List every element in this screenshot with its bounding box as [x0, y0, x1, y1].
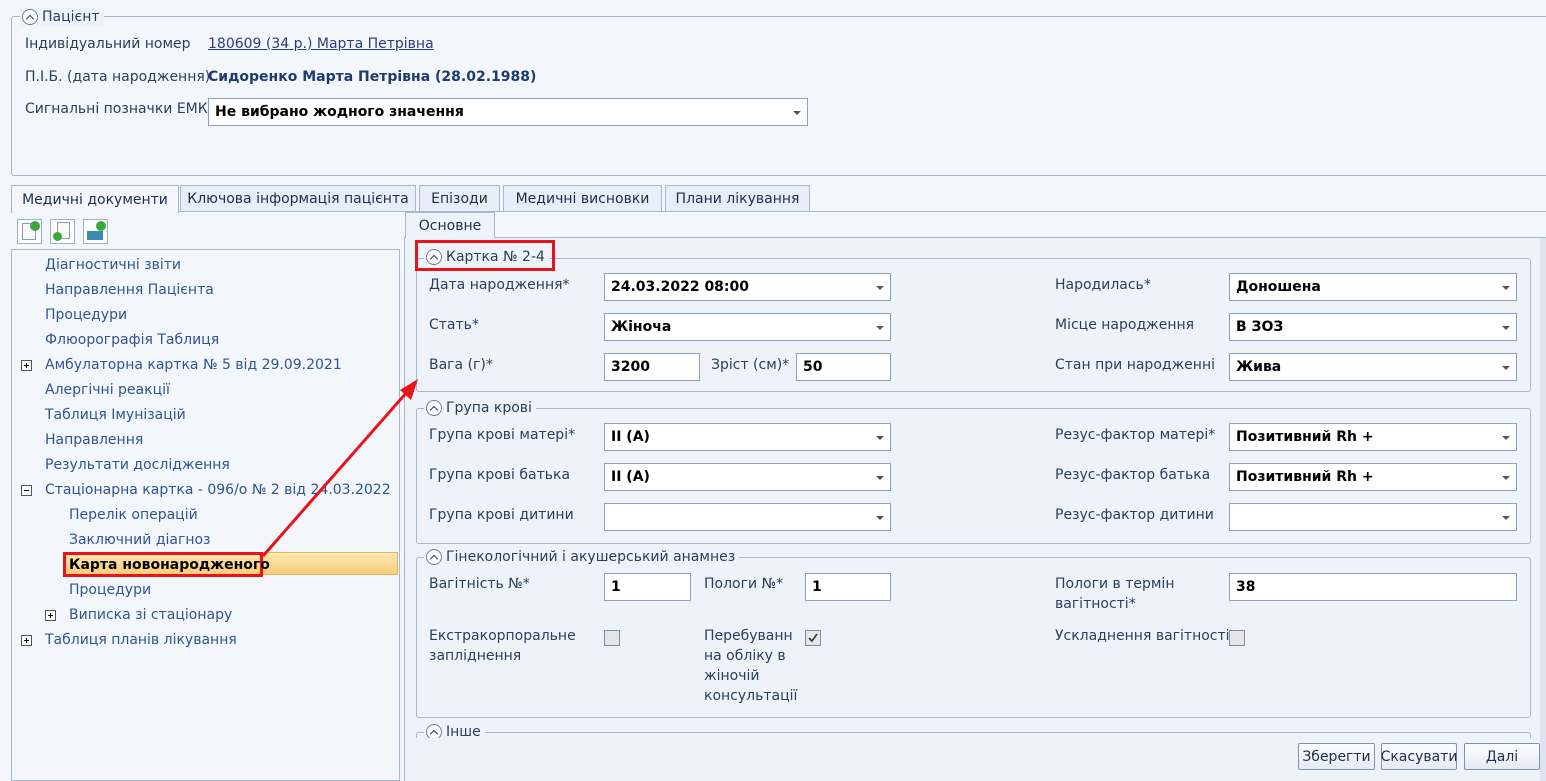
tree-child-item[interactable]: Виписка зі стаціонару	[69, 606, 232, 624]
sex-label: Стать*	[429, 317, 479, 333]
tree-item[interactable]: Флюорографія Таблиця	[45, 331, 219, 349]
tree-item[interactable]: Стаціонарна картка - 096/о № 2 від 24.03…	[45, 481, 391, 499]
collapse-tree-icon[interactable]	[21, 485, 32, 496]
child-blood-dropdown[interactable]	[604, 503, 891, 531]
patient-name: Сидоренко Марта Петрівна (28.02.1988)	[208, 69, 537, 85]
tree-item[interactable]: Таблиця планів лікування	[45, 631, 237, 649]
signals-label: Сигнальні позначки ЕМК	[25, 101, 208, 117]
tree-item[interactable]: Направлення Пацієнта	[45, 281, 214, 299]
anamnesis-legend: Гінекологічний і акушерський анамнез	[424, 548, 740, 566]
expand-icon[interactable]	[21, 635, 32, 646]
copy-document-icon[interactable]	[50, 219, 75, 244]
mother-blood-label: Група крові матері*	[429, 427, 576, 443]
father-blood-dropdown[interactable]: II (A)	[604, 463, 891, 491]
card-legend-highlight	[415, 240, 555, 271]
tree-item[interactable]: Діагностичні звіти	[45, 256, 181, 274]
cancel-button[interactable]: Скасувати	[1381, 743, 1457, 770]
term-label: Пологи в термін	[1055, 576, 1175, 592]
scrollbar[interactable]	[1540, 238, 1546, 781]
eco-label: запліднення	[429, 648, 522, 664]
next-button[interactable]: Далі	[1464, 743, 1540, 770]
child-blood-label: Група крові дитини	[429, 507, 574, 523]
id-label: Індивідуальний номер	[25, 36, 191, 52]
tree-child-item[interactable]: Перелік операцій	[69, 506, 198, 524]
save-button[interactable]: Зберегти	[1298, 743, 1375, 770]
complications-checkbox[interactable]	[1229, 630, 1245, 646]
complications-label: Ускладнення вагітності	[1055, 628, 1230, 644]
tab-episodes[interactable]: Епізоди	[419, 185, 500, 212]
registration-label: на обліку в	[704, 648, 786, 664]
height-label: Зріст (см)*	[711, 357, 790, 373]
expand-icon[interactable]	[45, 610, 56, 621]
signals-dropdown[interactable]: Не вибрано жодного значення	[208, 98, 808, 126]
tab-conclusions[interactable]: Медичні висновки	[503, 185, 662, 212]
rh-child-dropdown[interactable]	[1229, 503, 1517, 531]
add-record-icon[interactable]	[83, 219, 108, 244]
weight-label: Вага (г)*	[429, 357, 493, 373]
tab-medical-documents[interactable]: Медичні документи	[11, 185, 179, 213]
tree-item[interactable]: Алергічні реакції	[45, 381, 170, 399]
tree-child-item-selected[interactable]: Карта новонародженого	[69, 556, 270, 574]
tree-child-item[interactable]: Процедури	[69, 581, 151, 599]
births-input[interactable]: 1	[805, 573, 891, 601]
rh-child-label: Резус-фактор дитини	[1055, 507, 1214, 523]
add-document-icon[interactable]	[17, 219, 42, 244]
term-label: вагітності*	[1055, 596, 1136, 612]
pregnancy-label: Вагітність №*	[429, 576, 530, 592]
pregnancy-input[interactable]: 1	[604, 573, 691, 601]
eco-label: Екстракорпоральне	[429, 628, 576, 644]
collapse-icon[interactable]	[22, 9, 38, 25]
tab-key-info[interactable]: Ключова інформація пацієнта	[180, 185, 416, 212]
rh-mother-label: Резус-фактор матері*	[1055, 427, 1216, 443]
tab-strip-line	[179, 211, 1546, 212]
patient-legend: Пацієнт	[20, 8, 104, 26]
expand-icon[interactable]	[21, 360, 32, 371]
born-label: Народилась*	[1055, 277, 1151, 293]
tree-item[interactable]: Направлення	[45, 431, 143, 449]
place-label: Місце народження	[1055, 317, 1195, 333]
birth-date-label: Дата народження*	[429, 277, 570, 293]
rh-mother-dropdown[interactable]: Позитивний Rh +	[1229, 423, 1517, 451]
registration-checkbox[interactable]	[805, 630, 821, 646]
eco-checkbox[interactable]	[604, 630, 620, 646]
registration-label: Перебування	[704, 628, 792, 644]
term-input[interactable]: 38	[1229, 573, 1517, 601]
collapse-icon[interactable]	[426, 400, 442, 416]
tree-item[interactable]: Результати дослідження	[45, 456, 230, 474]
height-input[interactable]: 50	[796, 353, 891, 381]
tree-item[interactable]: Процедури	[45, 306, 127, 324]
tab-main[interactable]: Основне	[405, 212, 495, 238]
weight-input[interactable]: 3200	[604, 353, 700, 381]
patient-id-link[interactable]: 180609 (34 р.) Марта Петрівна	[208, 35, 434, 53]
rh-father-dropdown[interactable]: Позитивний Rh +	[1229, 463, 1517, 491]
blood-legend: Група крові	[424, 399, 536, 417]
born-dropdown[interactable]: Доношена	[1229, 273, 1517, 301]
rh-father-label: Резус-фактор батька	[1055, 467, 1211, 483]
state-dropdown[interactable]: Жива	[1229, 353, 1517, 381]
tab-treatment-plans[interactable]: Плани лікування	[665, 185, 810, 212]
name-label: П.І.Б. (дата народження)	[25, 69, 211, 85]
births-label: Пологи №*	[704, 576, 784, 592]
registration-label: жіночій	[704, 668, 760, 684]
birth-date-field[interactable]: 24.03.2022 08:00	[604, 273, 891, 301]
tree-child-item[interactable]: Заключний діагноз	[69, 531, 210, 549]
sex-dropdown[interactable]: Жіноча	[604, 313, 891, 341]
place-dropdown[interactable]: В ЗОЗ	[1229, 313, 1517, 341]
mother-blood-dropdown[interactable]: II (A)	[604, 423, 891, 451]
father-blood-label: Група крові батька	[429, 467, 571, 483]
collapse-icon[interactable]	[426, 549, 442, 565]
tree-item[interactable]: Таблиця Імунізацій	[45, 406, 186, 424]
tree-item[interactable]: Амбулаторна картка № 5 від 29.09.2021	[45, 356, 342, 374]
state-label: Стан при народженні	[1055, 357, 1215, 373]
registration-label: консультації	[704, 688, 798, 704]
